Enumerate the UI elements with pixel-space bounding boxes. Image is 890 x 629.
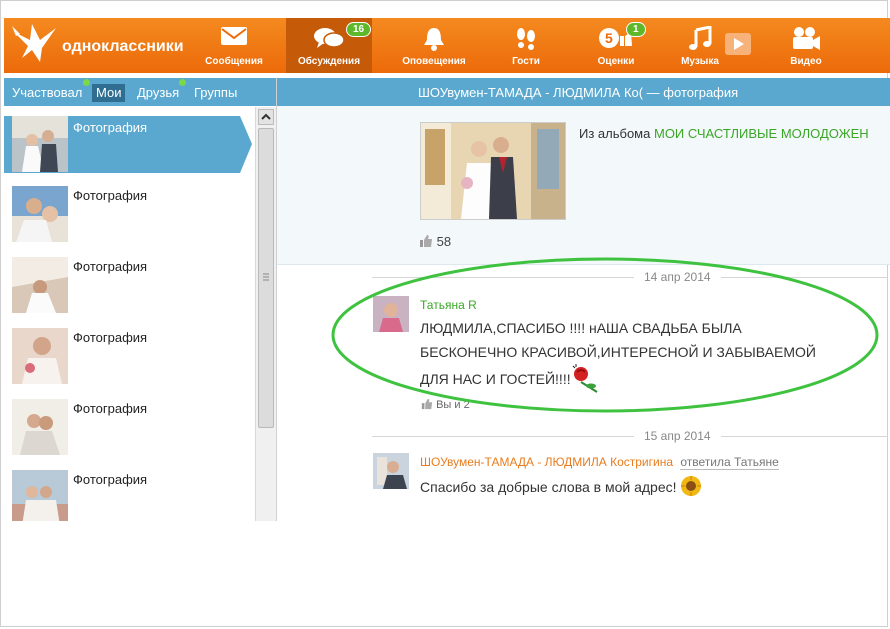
- footprints-icon: [517, 28, 535, 50]
- scroll-up-button[interactable]: [258, 109, 274, 125]
- nav-video[interactable]: Видео: [776, 18, 836, 73]
- list-item-title: Фотография: [73, 188, 148, 203]
- album-info: Из альбома МОИ СЧАСТЛИВЫЕ МОЛОДОЖЕН: [579, 126, 869, 141]
- list-item[interactable]: Фотография: [4, 390, 254, 460]
- list-item[interactable]: Фотография: [4, 319, 254, 389]
- list-item-title: Фотография: [73, 330, 148, 345]
- play-icon: [725, 33, 751, 55]
- top-navigation-bar: одноклассники Сообщения 16 Обсуждения Оп…: [4, 18, 890, 73]
- nav-label: Видео: [790, 56, 822, 67]
- nav-label: Оповещения: [402, 56, 466, 67]
- logo-text: одноклассники: [62, 38, 184, 55]
- sunflower-icon: [681, 476, 702, 496]
- nav-label: Оценки: [597, 56, 635, 67]
- nav-ratings[interactable]: 5 1 Оценки: [586, 18, 646, 73]
- nav-label: Сообщения: [205, 56, 263, 67]
- svg-text:5: 5: [605, 30, 613, 46]
- photo-section: Из альбома МОИ СЧАСТЛИВЫЕ МОЛОДОЖЕН 58: [277, 106, 890, 265]
- discussions-list-panel: Участвовал Мои Друзья Группы Фотография …: [4, 78, 276, 521]
- likes-count: 58: [436, 234, 452, 249]
- list-item-title: Фотография: [73, 120, 148, 135]
- photo-thumbnail: [12, 470, 68, 521]
- nav-messages[interactable]: Сообщения: [196, 18, 272, 73]
- photo-thumbnail: [12, 399, 68, 455]
- comment-author[interactable]: ШОУвумен-ТАМАДА - ЛЮДМИЛА Костригина: [420, 455, 673, 469]
- comment-line-text: Спасибо за добрые слова в мой адрес!: [420, 479, 677, 495]
- reply-header: ШОУвумен-ТАМАДА - ЛЮДМИЛА Костригина отв…: [420, 455, 779, 470]
- nav-guests[interactable]: Гости: [496, 18, 556, 73]
- list-item[interactable]: Фотография: [4, 248, 254, 318]
- date-divider: [372, 436, 888, 437]
- photo-likes[interactable]: 58: [419, 234, 451, 249]
- list-item[interactable]: Фотография: [4, 177, 254, 247]
- bell-icon: [424, 28, 444, 51]
- nav-discussions[interactable]: 16 Обсуждения: [286, 18, 372, 73]
- photo-thumbnail: [12, 186, 68, 242]
- list-item-title: Фотография: [73, 472, 148, 487]
- nav-label: Обсуждения: [297, 56, 361, 67]
- envelope-icon: [221, 27, 247, 45]
- list-item[interactable]: Фотография: [4, 461, 254, 521]
- bird-logo-icon: [12, 24, 56, 62]
- discussion-title[interactable]: ШОУвумен-ТАМАДА - ЛЮДМИЛА Ко( — фотограф…: [418, 85, 738, 100]
- grip-icon: [263, 273, 269, 281]
- chat-bubbles-icon: [314, 28, 345, 48]
- tab-participated[interactable]: Участвовал: [12, 84, 82, 102]
- nav-label: Гости: [512, 56, 540, 67]
- comment-text: Спасибо за добрые слова в мой адрес!: [420, 475, 702, 499]
- album-link[interactable]: МОИ СЧАСТЛИВЫЕ МОЛОДОЖЕН: [654, 126, 869, 141]
- new-indicator-dot: [179, 79, 186, 86]
- photo-thumbnail: [12, 328, 68, 384]
- filter-tabs: Участвовал Мои Друзья Группы: [4, 78, 276, 106]
- list-scrollbar[interactable]: [255, 107, 276, 521]
- list-item[interactable]: Фотография: [4, 116, 252, 173]
- reply-to-link[interactable]: ответила Татьяне: [680, 455, 779, 470]
- chevron-up-icon: [261, 113, 271, 120]
- avatar[interactable]: [373, 453, 409, 489]
- green-highlight-oval: [331, 257, 879, 413]
- comment-date: 15 апр 2014: [634, 429, 721, 443]
- tab-friends[interactable]: Друзья: [137, 84, 179, 102]
- video-camera-icon: [793, 27, 820, 50]
- site-logo[interactable]: одноклассники: [10, 22, 184, 68]
- thumbs-up-icon: [420, 235, 432, 247]
- album-prefix: Из альбома: [579, 126, 651, 141]
- discussion-header: ШОУвумен-ТАМАДА - ЛЮДМИЛА Ко( — фотограф…: [277, 78, 890, 106]
- discussions-badge: 16: [346, 22, 372, 37]
- music-note-icon: [689, 26, 712, 50]
- list-item-title: Фотография: [73, 259, 148, 274]
- play-button[interactable]: [720, 18, 756, 73]
- tab-groups[interactable]: Группы: [194, 84, 237, 102]
- scroll-thumb[interactable]: [258, 128, 274, 428]
- photo-thumbnail: [12, 116, 68, 172]
- list-item-title: Фотография: [73, 401, 148, 416]
- nav-notifications[interactable]: Оповещения: [394, 18, 474, 73]
- wedding-photo[interactable]: [420, 122, 566, 220]
- photo-thumbnail: [12, 257, 68, 313]
- discussion-list: Фотография Фотография Фотография Фотогра…: [4, 107, 254, 521]
- new-indicator-dot: [83, 79, 90, 86]
- ratings-badge: 1: [626, 22, 646, 37]
- tab-mine[interactable]: Мои: [92, 84, 126, 102]
